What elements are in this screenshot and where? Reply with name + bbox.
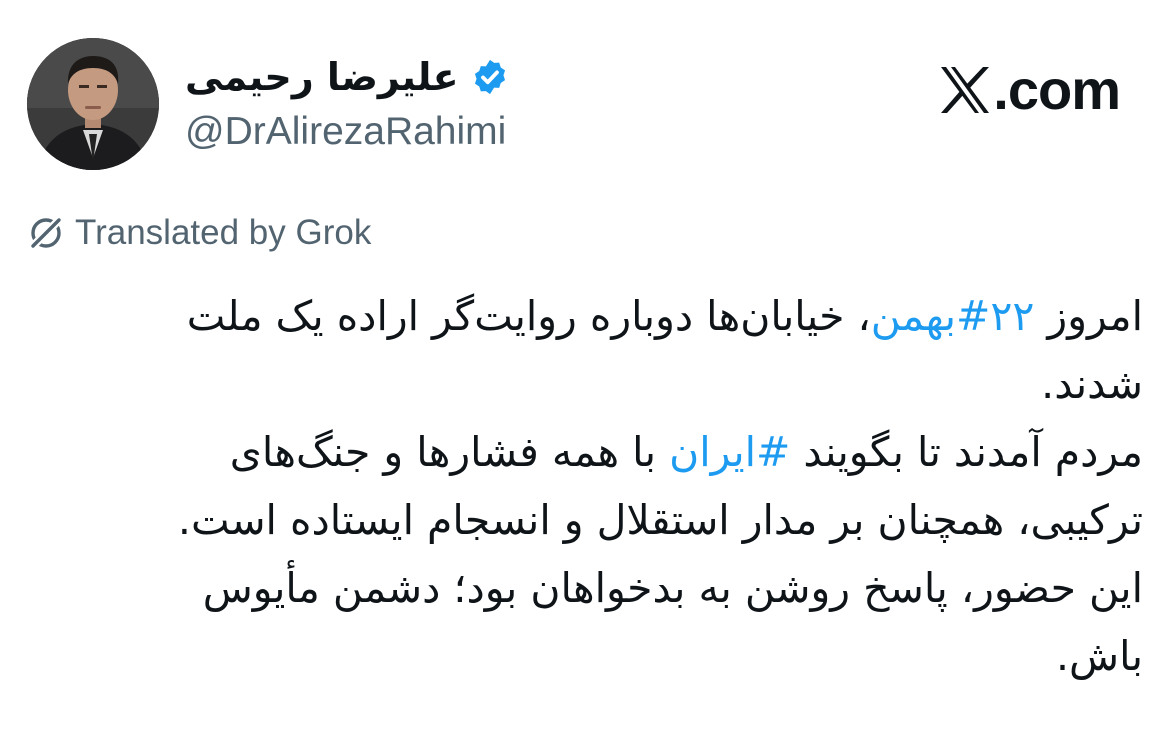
hashtag-link[interactable]: ۲۲#بهمن [871, 292, 1035, 340]
author-display-name[interactable]: علیرضا رحیمی [185, 52, 459, 102]
tweet-line-1: امروز ۲۲#بهمن، خیابان‌ها دوباره روایت‌گر… [60, 282, 1143, 350]
tweet-text-segment: باش. [1056, 632, 1143, 680]
hashtag-link[interactable]: #ایران [669, 428, 790, 476]
tweet-line-6: باش. [60, 622, 1143, 690]
tweet-text: امروز ۲۲#بهمن، خیابان‌ها دوباره روایت‌گر… [60, 282, 1143, 690]
tweet-text-segment: این حضور، پاسخ روشن به بدخواهان بود؛ دشم… [202, 564, 1143, 612]
tweet-text-segment: ترکیبی، همچنان بر مدار استقلال و انسجام … [177, 496, 1143, 544]
tweet-line-5: این حضور، پاسخ روشن به بدخواهان بود؛ دشم… [60, 554, 1143, 622]
site-watermark: .com [939, 58, 1121, 122]
tweet-line-3: مردم آمدند تا بگویند #ایران با همه فشاره… [60, 418, 1143, 486]
tweet-text-segment: شدند. [1041, 360, 1143, 408]
profile-photo [27, 38, 159, 170]
verified-badge-icon [471, 58, 509, 96]
x-logo-icon [939, 65, 991, 115]
author-name-row: علیرضا رحیمی [185, 52, 509, 102]
tweet-line-2: شدند. [60, 350, 1143, 418]
grok-icon [27, 214, 65, 252]
translation-notice[interactable]: Translated by Grok [27, 210, 371, 256]
tweet-text-segment: امروز [1034, 292, 1143, 340]
site-domain-text: .com [993, 58, 1121, 121]
tweet-text-segment: ، خیابان‌ها دوباره روایت‌گر اراده یک ملت [186, 292, 871, 340]
tweet-line-4: ترکیبی، همچنان بر مدار استقلال و انسجام … [60, 486, 1143, 554]
avatar[interactable] [27, 38, 159, 170]
author-handle[interactable]: @DrAlirezaRahimi [185, 108, 506, 156]
tweet-text-segment: با همه فشارها و جنگ‌های [229, 428, 670, 476]
tweet-text-segment: مردم آمدند تا بگویند [790, 428, 1143, 476]
translation-label: Translated by Grok [75, 213, 372, 252]
